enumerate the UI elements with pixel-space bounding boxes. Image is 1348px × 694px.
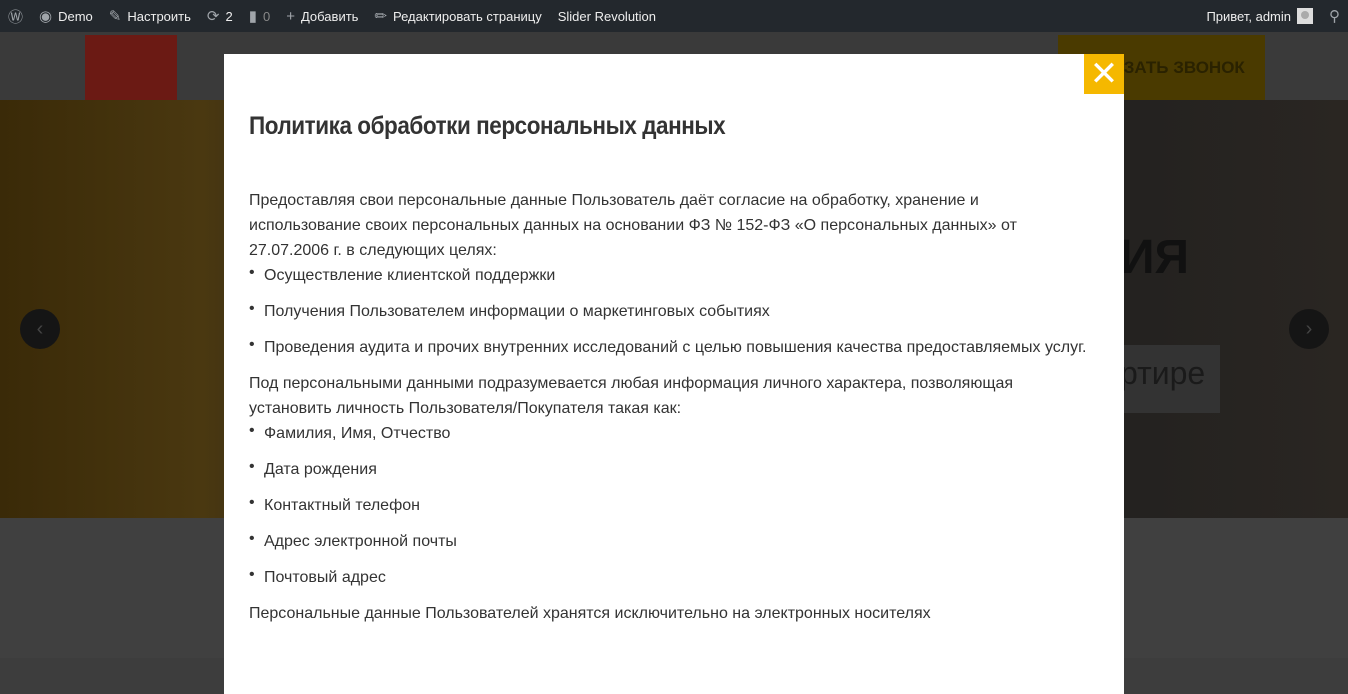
comments-link[interactable]: ▮ 0 [241, 0, 279, 32]
slider-revolution-link[interactable]: Slider Revolution [550, 0, 664, 32]
close-icon: ✕ [1089, 55, 1119, 93]
site-logo[interactable] [85, 35, 177, 100]
dashboard-icon: ◉ [39, 8, 53, 25]
storage-paragraph: Персональные данные Пользователей хранят… [249, 605, 931, 622]
add-new-link[interactable]: + Добавить [278, 0, 366, 32]
greeting-label: Привет, admin [1206, 8, 1291, 24]
admin-bar: Ⓦ ◉ Demo ✎ Настроить ⟳ 2 ▮ 0 + Добавить ✏ Реда… [0, 0, 1348, 32]
list-item: Контактный телефон [249, 490, 1099, 518]
slide-heading: ИЯ [1120, 231, 1189, 284]
updates-link[interactable]: ⟳ 2 [199, 0, 241, 32]
customize-label: Настроить [127, 8, 191, 24]
plus-icon: + [286, 7, 295, 25]
chevron-right-icon: › [1305, 317, 1313, 340]
chevron-left-icon: ‹ [36, 317, 44, 340]
edit-label: Редактировать страницу [393, 8, 542, 24]
site-demo-link[interactable]: ◉ Demo [31, 0, 101, 32]
wordpress-icon: Ⓦ [8, 8, 24, 26]
wordpress-logo-button[interactable]: Ⓦ [0, 0, 31, 32]
avatar [1297, 8, 1313, 24]
add-label: Добавить [300, 8, 359, 24]
close-button[interactable]: ✕ [1084, 54, 1124, 94]
slider-label: Slider Revolution [557, 8, 657, 24]
slide-subheading: ртире [1120, 345, 1220, 413]
list-item: Почтовый адрес [249, 562, 1099, 590]
refresh-icon: ⟳ [206, 8, 220, 25]
data-items-list: Фамилия, Имя, Отчество Дата рождения Кон… [249, 418, 1099, 590]
definition-paragraph: Под персональными данными подразумеваетс… [249, 375, 1014, 417]
edit-page-link[interactable]: ✏ Редактировать страницу [366, 0, 549, 32]
list-item: Проведения аудита и прочих внутренних ис… [249, 332, 1099, 360]
list-item: Адрес электронной почты [249, 526, 1099, 554]
search-button[interactable]: ⚲ [1321, 0, 1348, 32]
privacy-policy-modal: ✕ Политика обработки персональных данных… [224, 54, 1124, 694]
purposes-list: Осуществление клиентской поддержки Получ… [249, 260, 1099, 360]
list-item: Осуществление клиентской поддержки [249, 260, 1099, 288]
list-item: Фамилия, Имя, Отчество [249, 418, 1099, 446]
list-item: Получения Пользователем информации о мар… [249, 296, 1099, 324]
pencil-icon: ✏ [374, 8, 388, 25]
intro-paragraph: Предоставляя свои персональные данные По… [249, 192, 1017, 259]
comment-icon: ▮ [248, 8, 257, 25]
demo-label: Demo [58, 8, 93, 24]
account-menu[interactable]: Привет, admin [1198, 0, 1321, 32]
slider-next-button[interactable]: › [1289, 309, 1329, 349]
slider-prev-button[interactable]: ‹ [20, 309, 60, 349]
list-item: Дата рождения [249, 454, 1099, 482]
comments-count: 0 [262, 8, 271, 24]
brush-icon: ✎ [108, 8, 122, 25]
search-icon: ⚲ [1329, 8, 1340, 25]
updates-count: 2 [225, 8, 233, 24]
modal-title: Политика обработки персональных данных [249, 112, 726, 140]
customize-link[interactable]: ✎ Настроить [101, 0, 199, 32]
